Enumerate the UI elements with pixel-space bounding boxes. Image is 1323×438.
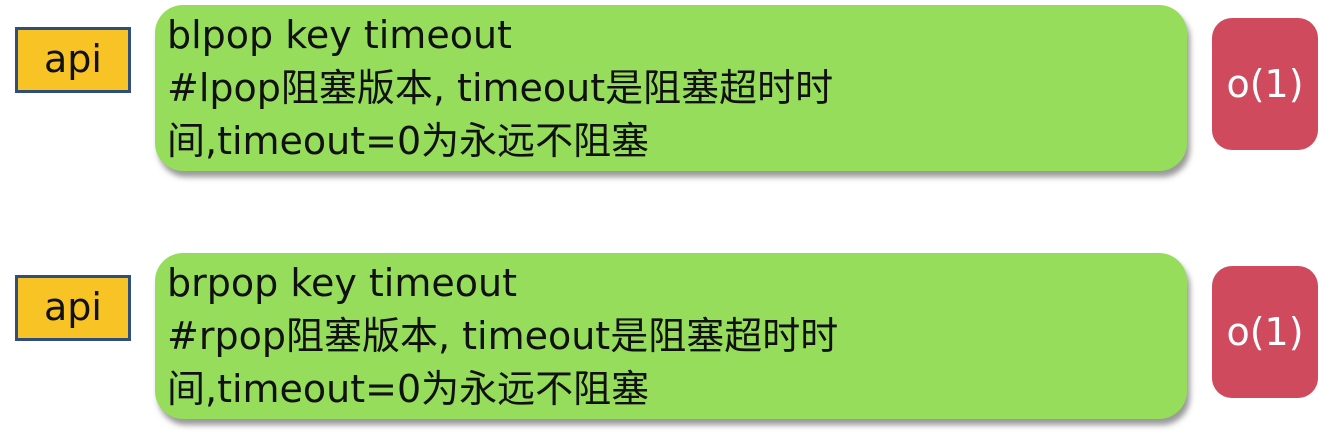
complexity-badge: o(1) bbox=[1212, 18, 1318, 150]
api-row-blpop: api blpop key timeout #lpop阻塞版本, timeout… bbox=[0, 5, 1323, 180]
command-syntax: brpop key timeout bbox=[167, 261, 517, 305]
command-description-line: 间,timeout=0为永远不阻塞 bbox=[167, 119, 650, 163]
command-description-line: 间,timeout=0为永远不阻塞 bbox=[167, 367, 650, 411]
command-description-line: #lpop阻塞版本, timeout是阻塞超时时 bbox=[167, 66, 834, 110]
api-tag-badge: api bbox=[15, 27, 131, 93]
api-row-brpop: api brpop key timeout #rpop阻塞版本, timeout… bbox=[0, 253, 1323, 428]
command-syntax: blpop key timeout bbox=[167, 13, 512, 57]
command-description-box: brpop key timeout #rpop阻塞版本, timeout是阻塞超… bbox=[155, 253, 1187, 419]
complexity-badge: o(1) bbox=[1212, 266, 1318, 398]
command-description-line: #rpop阻塞版本, timeout是阻塞超时时 bbox=[167, 314, 839, 358]
command-description-box: blpop key timeout #lpop阻塞版本, timeout是阻塞超… bbox=[155, 5, 1187, 171]
api-tag-badge: api bbox=[15, 275, 131, 341]
